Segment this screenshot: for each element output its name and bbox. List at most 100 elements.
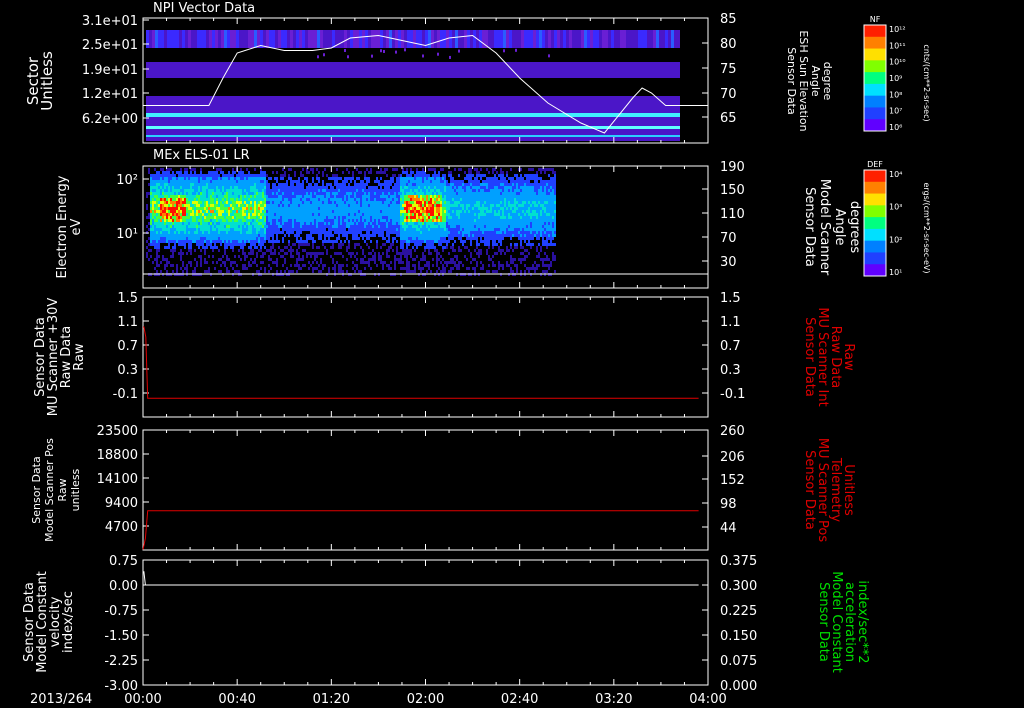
right-tick-label: 1.5 [720,291,741,306]
left-tick-label: 23500 [97,424,138,439]
right-tick-label: 70 [720,87,737,102]
right-tick-label: 85 [720,12,737,27]
left-tick-label: 9400 [105,496,138,511]
left-axis-label: Raw [72,343,87,371]
colorbar-tick: 10⁴ [889,170,902,179]
left-tick-label: 0.75 [109,554,138,569]
left-tick-label: 6.2e+00 [82,112,138,127]
colorbar-tick: 10⁷ [889,107,902,116]
left-axis-label: index/sec [61,591,76,653]
left-tick-label: 14100 [97,472,138,487]
panel-frame-4 [142,429,709,551]
right-tick-label: 206 [720,450,745,465]
right-tick-label: 44 [720,521,737,536]
left-tick-label: -0.75 [104,604,138,619]
right-tick-label: -0.1 [720,387,745,402]
right-axis-label: Sensor Data [785,47,798,114]
left-tick-label: 0.7 [117,339,138,354]
right-axis-label: index/sec**2 [855,580,870,663]
colorbar-title: DEF [867,160,883,169]
panel1-title: NPI Vector Data [153,1,255,16]
right-tick-label: 30 [720,255,737,270]
left-tick-label: 18800 [97,448,138,463]
series-line-4 [142,510,699,550]
left-tick-label: 2.5e+01 [82,38,138,53]
left-tick-label: -2.25 [104,654,138,669]
series-line-5 [143,571,699,586]
x-tick-label: 04:00 [689,692,726,707]
right-tick-label: 190 [720,160,745,175]
right-axis-label: Unitless [841,464,856,516]
left-tick-label: 10¹ [116,227,138,242]
right-axis-label: Raw Data [828,326,843,389]
right-axis-label: Sensor Data [802,450,817,530]
colorbar-tick: 10² [889,235,902,244]
right-tick-label: 0.150 [720,629,757,644]
left-axis-label: Model Scanner Pos [43,438,56,542]
colorbars: NF 10¹² 10¹¹ 10¹⁰ 10⁹ 10⁸ 10⁷ 10⁶ cnts/(cm**2-sr… [863,15,931,277]
right-axis-label: acceleration [842,582,857,662]
right-tick-label: 152 [720,473,745,488]
left-tick-label: 1.9e+01 [82,63,138,78]
panel-frame-5 [142,559,709,686]
right-axis-label: Angle [809,65,822,97]
left-axis-label: Unitless [38,51,56,111]
right-tick-label: 98 [720,497,737,512]
x-tick-label: 00:40 [218,692,255,707]
left-tick-label: 4700 [105,520,138,535]
left-axis-label: unitless [69,468,82,511]
x-tick-label: 02:40 [501,692,538,707]
series-line-3 [143,326,699,399]
right-tick-label: 260 [720,424,745,439]
right-axis-label: MU Scanner Int [815,307,830,406]
left-axis-label: Electron Energy [55,175,70,278]
right-axis-label: Angle [832,209,847,246]
right-tick-label: 65 [720,111,737,126]
x-tick-label: 01:20 [313,692,350,707]
left-tick-label: 1.1 [117,315,138,330]
right-axis-label: Raw [841,343,856,371]
left-tick-label: 10² [116,173,138,188]
left-tick-label: 0.3 [117,363,138,378]
right-tick-label: 0.3 [720,363,741,378]
right-tick-label: 70 [720,231,737,246]
x-tick-label: 03:20 [595,692,632,707]
right-axis-label: Sensor Data [816,582,831,662]
panel-frame-3 [142,296,709,418]
right-tick-label: 80 [720,37,737,52]
colorbar-tick: 10¹⁰ [889,58,906,67]
npi-spectrogram [146,30,680,141]
colorbar-tick: 10⁶ [889,123,902,132]
left-axis-label: eV [69,218,84,235]
right-axis-label: degree [821,62,834,101]
colorbar-title: NF [870,15,881,24]
left-tick-label: -0.1 [113,387,138,402]
panel2-title: MEx ELS-01 LR [153,148,250,163]
colorbar-tick: 10³ [889,203,902,212]
els-spectrogram [146,168,556,276]
right-tick-label: 0.375 [720,554,757,569]
right-axis-label: degrees [847,201,862,254]
right-tick-label: 150 [720,183,745,198]
colorbar-unit: ergs/(cm**2-sr-sec-eV) [922,182,931,273]
right-tick-label: 0.7 [720,339,741,354]
x-tick-label: 00:00 [124,692,161,707]
left-axis-label: Sensor Data [30,456,43,523]
x-tick-label: 02:00 [407,692,444,707]
right-tick-label: 110 [720,207,745,222]
colorbar-unit: cnts/(cm**2-sr-sec) [922,44,931,121]
right-tick-label: 75 [720,62,737,77]
colorbar-tick: 10¹² [889,25,906,34]
right-axis-label: Sensor Data [802,187,817,267]
left-tick-label: 0.00 [109,579,138,594]
right-tick-label: 0.300 [720,579,757,594]
right-tick-label: 0.225 [720,604,757,619]
right-axis-label: Sensor Data [802,317,817,397]
colorbar-tick: 10⁹ [889,74,902,83]
date-label: 2013/264 [30,692,92,707]
right-tick-label: 1.1 [720,315,741,330]
colorbar-tick: 10⁸ [889,90,902,99]
right-axis-label: ESH Sun Elevation [797,30,810,131]
left-axis-label: Raw [56,478,69,501]
right-axis-label: MU Scanner Pos [815,438,830,543]
